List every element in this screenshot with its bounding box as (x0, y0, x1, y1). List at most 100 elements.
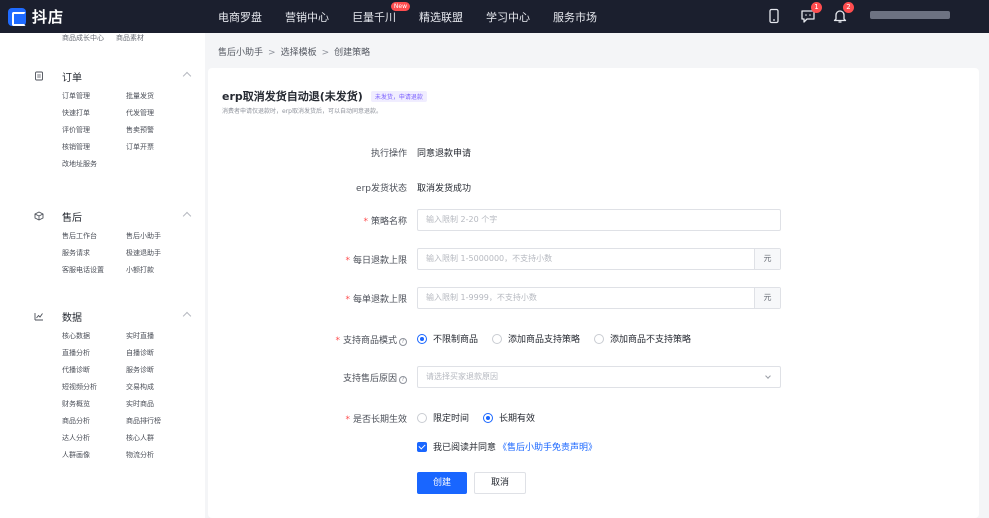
sidebar-item[interactable]: 商品排行榜 (126, 416, 186, 427)
sidebar-item[interactable]: 短视频分析 (62, 382, 126, 393)
product-mode-label-text: 支持商品模式 (342, 336, 397, 346)
breadcrumb-item[interactable]: 售后小助手 (218, 48, 263, 58)
collapse-chevron-icon[interactable] (182, 71, 192, 81)
form-row-daily-limit: * 每日退款上限 输入限制 1-5000000，不支持小数 元 (208, 248, 979, 270)
erp-status-value: 取消发货成功 (417, 184, 472, 194)
sidebar-item[interactable]: 售后小助手 (126, 231, 186, 242)
form-row-reason: 支持售后原因? 请选择买家退款原因 (208, 366, 979, 388)
sidebar-item[interactable]: 直播分析 (62, 348, 126, 359)
sidebar-item[interactable]: 实时直播 (126, 331, 186, 342)
agreement-row: 我已阅读并同意 《售后小助手免责声明》 (417, 440, 597, 453)
collapse-chevron-icon[interactable] (182, 211, 192, 221)
sidebar-item[interactable]: 订单开票 (126, 142, 186, 153)
radio-add-supported-products[interactable]: 添加商品支持策略 (492, 332, 580, 345)
cancel-button[interactable]: 取消 (474, 472, 526, 494)
page-title-row: erp取消发货自动退(未发货) 未发货，申请退款 (222, 88, 427, 104)
sidebar-item[interactable]: 订单管理 (62, 91, 126, 102)
sidebar-item[interactable]: 交易构成 (126, 382, 186, 393)
sidebar-item[interactable]: 人群画像 (62, 450, 126, 461)
daily-limit-label-text: 每日退款上限 (352, 256, 407, 266)
radio-checked-icon (417, 333, 427, 344)
sidebar-item[interactable]: 服务诊断 (126, 365, 186, 376)
create-button[interactable]: 创建 (417, 472, 467, 494)
breadcrumb-item[interactable]: 选择模板 (281, 48, 317, 58)
breadcrumb-current: 创建策略 (334, 48, 371, 58)
sidebar-item[interactable]: 实时商品 (126, 399, 186, 410)
agreement-checkbox[interactable] (417, 441, 427, 452)
collapse-chevron-icon[interactable] (182, 311, 192, 321)
sidebar-top-items: 商品成长中心 商品素材 (62, 33, 156, 43)
help-icon[interactable]: ? (399, 338, 407, 346)
strategy-form-card: erp取消发货自动退(未发货) 未发货，申请退款 消费者申请仅退款时，erp取消… (208, 68, 979, 518)
sidebar-item[interactable]: 商品成长中心 (62, 34, 104, 42)
required-mark: * (345, 415, 350, 425)
breadcrumb-separator-icon: > (321, 48, 330, 58)
radio-long-term[interactable]: 长期有效 (483, 411, 535, 424)
sidebar-item[interactable]: 服务请求 (62, 248, 126, 259)
sidebar-item[interactable]: 小额打款 (126, 265, 186, 276)
message-badge: 1 (811, 2, 822, 13)
status-tag: 未发货，申请退款 (370, 90, 427, 102)
strategy-name-label-text: 策略名称 (370, 217, 407, 227)
radio-unlimited-products[interactable]: 不限制商品 (417, 332, 478, 345)
sidebar-item[interactable]: 物流分析 (126, 450, 186, 461)
topnav-service-market[interactable]: 服务市场 (553, 9, 597, 25)
sidebar-section-header[interactable]: 售后 (0, 209, 205, 224)
agreement-text: 我已阅读并同意 (433, 443, 497, 453)
radio-limited-time[interactable]: 限定时间 (417, 411, 469, 424)
user-account-area[interactable] (870, 11, 950, 19)
radio-label: 添加商品支持策略 (508, 335, 581, 345)
sidebar-section-items: 售后工作台 售后小助手 服务请求 极速退助手 客服电话设置 小额打款 (62, 231, 186, 276)
strategy-name-input[interactable]: 输入限制 2-20 个字 (417, 209, 781, 231)
reason-placeholder: 请选择买家退款原因 (426, 372, 498, 381)
daily-limit-input[interactable]: 输入限制 1-5000000，不支持小数 元 (417, 248, 781, 270)
sidebar-item[interactable]: 核销管理 (62, 142, 126, 153)
form-row-single-limit: * 每单退款上限 输入限制 1-9999，不支持小数 元 (208, 287, 979, 309)
sidebar-section-title: 数据 (62, 312, 82, 324)
required-mark: * (335, 336, 340, 346)
topnav-learning[interactable]: 学习中心 (486, 9, 530, 25)
sidebar-item[interactable]: 快速打单 (62, 108, 126, 119)
long-term-radio-group: 限定时间 长期有效 (417, 411, 549, 424)
long-term-label-text: 是否长期生效 (352, 415, 407, 425)
app-name: 抖店 (32, 8, 65, 26)
sidebar-item[interactable]: 商品分析 (62, 416, 126, 427)
sidebar-item[interactable]: 核心人群 (126, 433, 186, 444)
action-value: 同意退款申请 (417, 149, 472, 159)
sidebar-section-header[interactable]: 数据 (0, 309, 205, 324)
sidebar-item[interactable]: 改地址服务 (62, 159, 126, 170)
form-row-erp-status: erp发货状态 取消发货成功 (208, 176, 979, 198)
sidebar-item[interactable]: 客服电话设置 (62, 265, 126, 276)
help-icon[interactable]: ? (399, 376, 407, 384)
currency-unit: 元 (754, 249, 780, 269)
sidebar-section-items: 核心数据 实时直播 直播分析 自播诊断 代播诊断 服务诊断 短视频分析 交易构成… (62, 331, 186, 461)
sidebar-item[interactable]: 自播诊断 (126, 348, 186, 359)
sidebar-item[interactable]: 商品素材 (116, 34, 144, 42)
topnav-marketing[interactable]: 营销中心 (285, 9, 329, 25)
disclaimer-link[interactable]: 《售后小助手免责声明》 (498, 440, 597, 453)
topnav-qianchuan[interactable]: 巨量千川 New (352, 1, 410, 25)
topnav-compass[interactable]: 电商罗盘 (218, 9, 262, 25)
chevron-down-icon (765, 373, 771, 379)
mobile-icon[interactable] (766, 8, 782, 24)
sidebar-item[interactable]: 售后工作台 (62, 231, 126, 242)
sidebar-item[interactable]: 评价管理 (62, 125, 126, 136)
single-limit-label: * 每单退款上限 (228, 292, 407, 305)
sidebar-item[interactable]: 达人分析 (62, 433, 126, 444)
sidebar-item[interactable]: 极速退助手 (126, 248, 186, 259)
sidebar-item[interactable]: 代发管理 (126, 108, 186, 119)
sidebar-section-data: 数据 核心数据 实时直播 直播分析 自播诊断 代播诊断 服务诊断 短视频分析 交… (0, 309, 205, 459)
sidebar-section-items: 订单管理 批量发货 快速打单 代发管理 评价管理 售卖预警 核销管理 订单开票 … (62, 91, 186, 170)
strategy-name-placeholder: 输入限制 2-20 个字 (426, 215, 498, 224)
app-logo[interactable]: 抖店 (8, 6, 64, 27)
sidebar-section-header[interactable]: 订单 (0, 69, 205, 84)
sidebar-item[interactable]: 售卖预警 (126, 125, 186, 136)
radio-add-unsupported-products[interactable]: 添加商品不支持策略 (594, 332, 691, 345)
sidebar-item[interactable]: 批量发货 (126, 91, 186, 102)
reason-select[interactable]: 请选择买家退款原因 (417, 366, 781, 388)
single-limit-input[interactable]: 输入限制 1-9999，不支持小数 元 (417, 287, 781, 309)
topnav-alliance[interactable]: 精选联盟 (419, 9, 463, 25)
sidebar-item[interactable]: 代播诊断 (62, 365, 126, 376)
sidebar-item[interactable]: 财务概览 (62, 399, 126, 410)
sidebar-item[interactable]: 核心数据 (62, 331, 126, 342)
